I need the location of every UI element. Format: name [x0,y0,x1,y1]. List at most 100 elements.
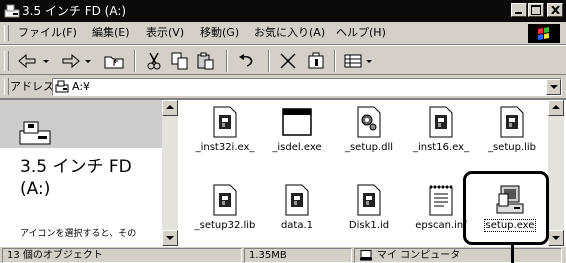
file-name: _inst16.ex_ [412,142,470,153]
setup-file-icon [285,184,309,216]
status-location: マイ コンピュータ [354,248,562,263]
file-item[interactable]: _setup.dll [334,106,404,164]
file-item[interactable]: epscan.inf [406,184,476,242]
address-label: アドレス [10,80,54,93]
title-bar[interactable]: 3.5 インチ FD (A:) [0,0,566,22]
up-folder-icon [104,56,124,69]
address-value: A:¥ [72,80,91,93]
menu-view[interactable]: 表示(V) [146,26,184,40]
address-grip[interactable] [4,78,9,95]
cut-button[interactable] [142,50,166,72]
address-bar: アドレス A:¥ [0,76,566,99]
undo-button[interactable] [234,50,260,72]
file-name: _inst32i.ex_ [195,142,255,153]
copy-icon [171,52,188,70]
drive-name: 3.5 インチ FD (A:) [20,156,132,200]
paste-button[interactable] [194,50,218,72]
minimize-button[interactable] [511,3,527,17]
file-item[interactable]: Disk1.id [334,184,404,242]
properties-button[interactable] [304,50,328,72]
floppy-drive-icon [4,4,20,18]
menu-bar: ファイル(F) 編集(E) 表示(V) 移動(G) お気に入り(A) ヘルプ(H… [0,22,566,45]
forward-button[interactable] [58,50,98,72]
installer-computer-icon [496,185,524,214]
status-location-text: マイ コンピュータ [377,250,461,261]
back-button[interactable] [14,50,54,72]
dll-gear-icon [357,106,381,138]
close-icon [551,6,560,14]
menu-help[interactable]: ヘルプ(H) [336,26,386,40]
window-app-icon [282,108,312,136]
drive-name-line2: (A:) [20,179,51,199]
file-item[interactable]: data.1 [262,184,332,242]
file-name: _setup.dll [344,142,394,153]
callout-pointer [511,245,514,263]
views-button[interactable] [342,50,376,72]
up-folder-button[interactable] [102,50,126,72]
menu-favorites[interactable]: お気に入り(A) [254,26,325,40]
floppy-drive-icon [55,80,69,93]
file-name: _setup32.lib [194,220,256,231]
file-item[interactable]: _setup32.lib [190,184,260,242]
scroll-down-button[interactable] [162,230,178,246]
file-name: Disk1.id [348,220,390,231]
delete-icon [280,53,296,69]
setup-file-icon [357,184,381,216]
menu-go[interactable]: 移動(G) [200,26,239,40]
maximize-button[interactable] [528,3,544,17]
scroll-up-button[interactable] [162,100,178,116]
status-object-count: 13 個のオブジェクト [2,248,242,263]
file-item[interactable]: _inst16.ex_ [406,106,476,164]
back-icon [18,54,49,68]
window-controls [511,3,563,17]
address-dropdown-button[interactable] [546,79,561,95]
windows-logo-icon [528,24,560,43]
file-item[interactable]: _inst32i.ex_ [190,106,260,164]
scroll-up-button[interactable] [548,100,564,116]
toolbar-separator [334,50,336,72]
close-button[interactable] [547,3,563,17]
cut-icon [147,52,161,70]
setup-file-icon [213,184,237,216]
file-name: setup.exe [475,219,545,232]
toolbar-grip[interactable] [4,51,9,71]
setup-file-icon [500,106,524,138]
views-icon [344,54,372,68]
address-field[interactable]: A:¥ [52,78,562,96]
pane-hint-text: アイコンを選択すると、その [20,229,137,239]
file-name: epscan.inf [415,220,467,231]
scroll-down-button[interactable] [548,230,564,246]
delete-button[interactable] [276,50,300,72]
standard-toolbar [0,45,566,75]
properties-icon [308,52,324,69]
window-title: 3.5 インチ FD (A:) [22,4,127,18]
toolbar-separator [268,50,270,72]
floppy-drive-icon [19,121,51,145]
setup-file-icon [213,106,237,138]
left-pane-scrollbar[interactable] [162,100,178,246]
file-name: data.1 [280,220,314,231]
my-computer-icon [360,250,372,261]
file-item-selected[interactable]: setup.exe [475,184,545,242]
menu-file[interactable]: ファイル(F) [18,26,77,40]
content-area: 3.5 インチ FD (A:) アイコンを選択すると、その _inst32i.e… [0,99,566,246]
copy-button[interactable] [168,50,192,72]
files-scrollbar[interactable] [548,100,564,246]
drive-name-line1: 3.5 インチ FD [20,157,132,177]
undo-icon [239,54,253,67]
status-size: 1.35MB [244,248,352,263]
file-item[interactable]: _setup.lib [477,106,547,164]
status-bar: 13 個のオブジェクト 1.35MB マイ コンピュータ [0,246,566,263]
file-name: _isdel.exe [272,142,322,153]
forward-icon [62,54,91,68]
web-view-pane: 3.5 インチ FD (A:) アイコンを選択すると、その [0,100,178,246]
setup-file-icon [429,106,453,138]
paste-icon [197,52,214,70]
menu-edit[interactable]: 編集(E) [92,26,130,40]
file-name: _setup.lib [487,142,537,153]
menu-grip[interactable] [4,25,9,41]
inf-notepad-icon [429,185,453,216]
file-item[interactable]: _isdel.exe [262,106,332,164]
explorer-window: 3.5 インチ FD (A:) ファイル(F) 編集(E) 表示(V) 移動(G… [0,0,566,263]
toolbar-separator [134,50,136,72]
